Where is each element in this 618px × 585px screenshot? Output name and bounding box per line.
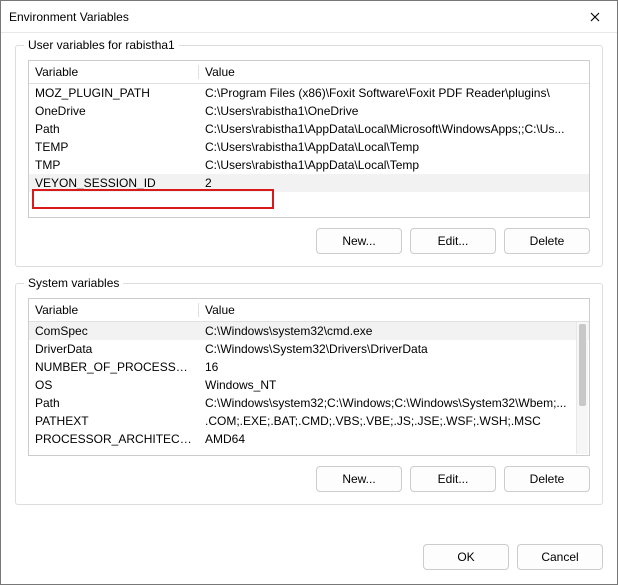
table-row[interactable]: OneDriveC:\Users\rabistha1\OneDrive <box>29 102 589 120</box>
titlebar: Environment Variables <box>1 1 617 33</box>
dialog-content: User variables for rabistha1 Variable Va… <box>1 33 617 536</box>
cell-variable: ComSpec <box>29 322 199 341</box>
table-row[interactable]: PROCESSOR_ARCHITECTUREAMD64 <box>29 430 589 448</box>
table-row[interactable]: TMPC:\Users\rabistha1\AppData\Local\Temp <box>29 156 589 174</box>
cell-variable: MOZ_PLUGIN_PATH <box>29 84 199 103</box>
table-row[interactable]: MOZ_PLUGIN_PATHC:\Program Files (x86)\Fo… <box>29 84 589 103</box>
table-row[interactable]: NUMBER_OF_PROCESSORS16 <box>29 358 589 376</box>
cell-value: 16 <box>199 358 589 376</box>
system-buttons: New... Edit... Delete <box>28 466 590 492</box>
user-variables-table: Variable Value MOZ_PLUGIN_PATHC:\Program… <box>29 61 589 192</box>
environment-variables-dialog: Environment Variables User variables for… <box>0 0 618 585</box>
cell-variable: Path <box>29 394 199 412</box>
cell-value: AMD64 <box>199 430 589 448</box>
cell-value: C:\Windows\System32\Drivers\DriverData <box>199 340 589 358</box>
cell-variable: TEMP <box>29 138 199 156</box>
column-header-variable[interactable]: Variable <box>29 61 199 84</box>
cell-variable: TMP <box>29 156 199 174</box>
close-icon <box>590 12 600 22</box>
cell-variable: OneDrive <box>29 102 199 120</box>
column-header-variable[interactable]: Variable <box>29 299 199 322</box>
system-variables-group: System variables Variable Value ComSpecC… <box>15 283 603 505</box>
cell-variable: PATHEXT <box>29 412 199 430</box>
user-buttons: New... Edit... Delete <box>28 228 590 254</box>
column-header-value[interactable]: Value <box>199 61 589 84</box>
scrollbar-thumb[interactable] <box>579 324 586 406</box>
cell-value: C:\Users\rabistha1\OneDrive <box>199 102 589 120</box>
new-button[interactable]: New... <box>316 228 402 254</box>
highlight-annotation <box>32 189 274 209</box>
table-row[interactable]: TEMPC:\Users\rabistha1\AppData\Local\Tem… <box>29 138 589 156</box>
table-row[interactable]: ComSpecC:\Windows\system32\cmd.exe <box>29 322 589 341</box>
user-variables-label: User variables for rabistha1 <box>24 38 179 52</box>
cell-value: C:\Users\rabistha1\AppData\Local\Temp <box>199 138 589 156</box>
close-button[interactable] <box>573 2 617 32</box>
cell-variable: NUMBER_OF_PROCESSORS <box>29 358 199 376</box>
cell-value: C:\Users\rabistha1\AppData\Local\Temp <box>199 156 589 174</box>
user-variables-group: User variables for rabistha1 Variable Va… <box>15 45 603 267</box>
column-header-value[interactable]: Value <box>199 299 589 322</box>
new-button[interactable]: New... <box>316 466 402 492</box>
table-row[interactable]: PathC:\Users\rabistha1\AppData\Local\Mic… <box>29 120 589 138</box>
cell-variable: Path <box>29 120 199 138</box>
window-title: Environment Variables <box>9 10 129 24</box>
system-variables-table: Variable Value ComSpecC:\Windows\system3… <box>29 299 589 448</box>
cancel-button[interactable]: Cancel <box>517 544 603 570</box>
dialog-footer: OK Cancel <box>1 536 617 584</box>
cell-value: 2 <box>199 174 589 192</box>
user-variables-table-wrap[interactable]: Variable Value MOZ_PLUGIN_PATHC:\Program… <box>28 60 590 218</box>
cell-value: C:\Program Files (x86)\Foxit Software\Fo… <box>199 84 589 103</box>
ok-button[interactable]: OK <box>423 544 509 570</box>
delete-button[interactable]: Delete <box>504 228 590 254</box>
edit-button[interactable]: Edit... <box>410 466 496 492</box>
cell-variable: PROCESSOR_ARCHITECTURE <box>29 430 199 448</box>
cell-variable: VEYON_SESSION_ID <box>29 174 199 192</box>
scrollbar[interactable] <box>576 322 588 454</box>
cell-value: C:\Windows\system32;C:\Windows;C:\Window… <box>199 394 589 412</box>
cell-value: Windows_NT <box>199 376 589 394</box>
cell-value: C:\Windows\system32\cmd.exe <box>199 322 589 341</box>
table-row[interactable]: PATHEXT.COM;.EXE;.BAT;.CMD;.VBS;.VBE;.JS… <box>29 412 589 430</box>
cell-variable: DriverData <box>29 340 199 358</box>
system-variables-label: System variables <box>24 276 123 290</box>
edit-button[interactable]: Edit... <box>410 228 496 254</box>
cell-value: .COM;.EXE;.BAT;.CMD;.VBS;.VBE;.JS;.JSE;.… <box>199 412 589 430</box>
table-row[interactable]: VEYON_SESSION_ID2 <box>29 174 589 192</box>
delete-button[interactable]: Delete <box>504 466 590 492</box>
cell-value: C:\Users\rabistha1\AppData\Local\Microso… <box>199 120 589 138</box>
table-row[interactable]: DriverDataC:\Windows\System32\Drivers\Dr… <box>29 340 589 358</box>
table-row[interactable]: PathC:\Windows\system32;C:\Windows;C:\Wi… <box>29 394 589 412</box>
system-variables-table-wrap[interactable]: Variable Value ComSpecC:\Windows\system3… <box>28 298 590 456</box>
table-row[interactable]: OSWindows_NT <box>29 376 589 394</box>
cell-variable: OS <box>29 376 199 394</box>
